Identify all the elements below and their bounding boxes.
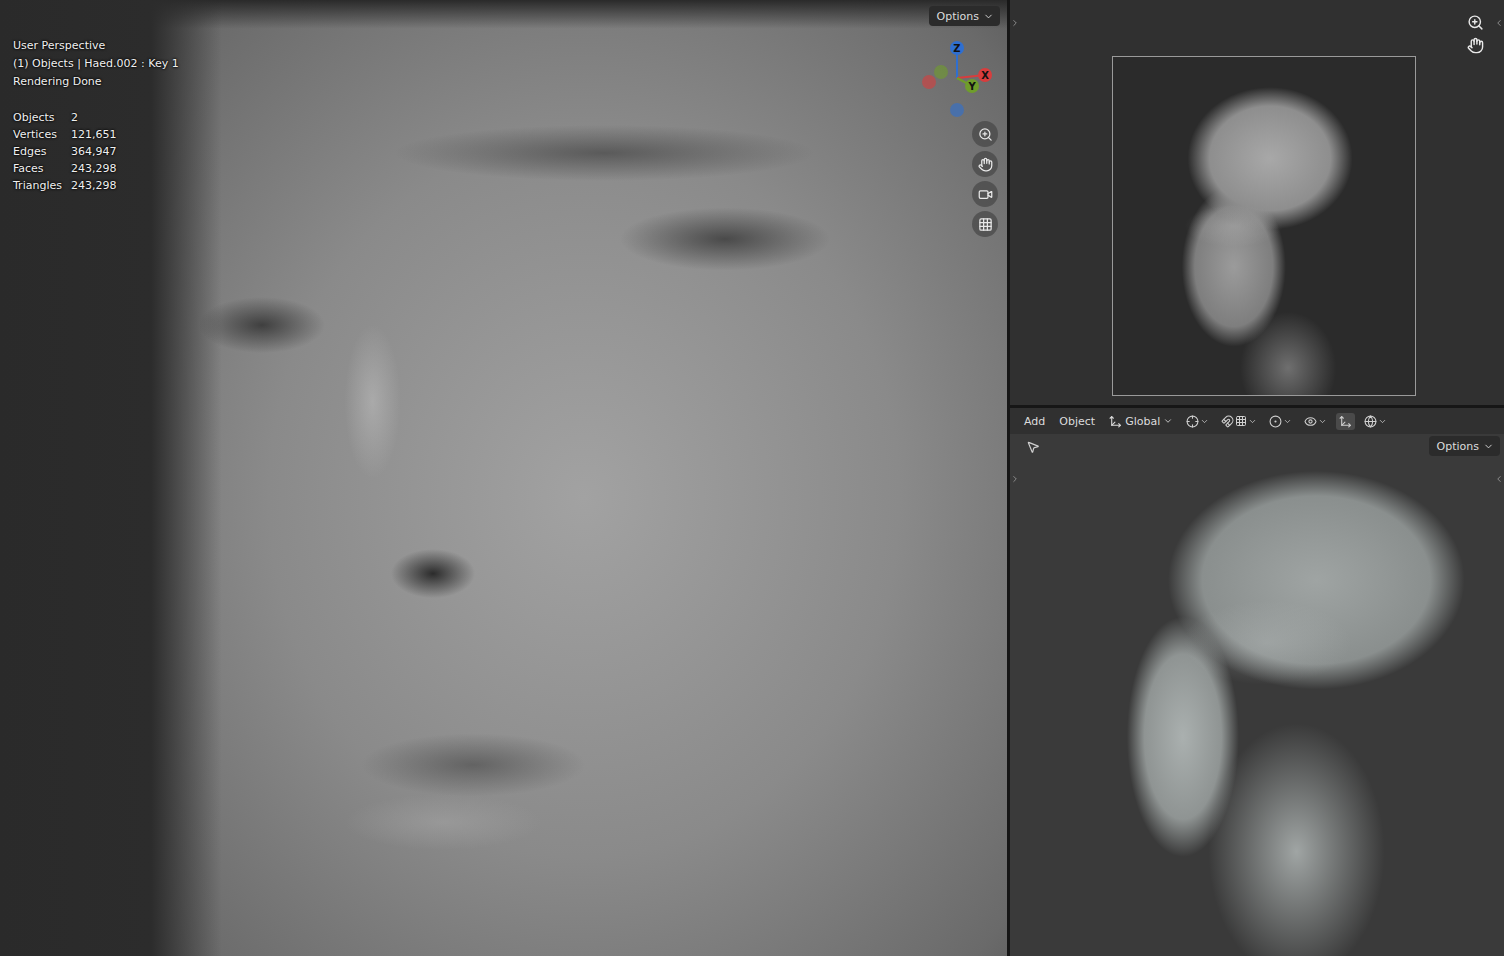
chevron-down-icon [1378,417,1387,426]
header-menu[interactable]: Add [1020,413,1049,430]
zoom-button[interactable] [972,121,998,147]
orientation-icon [1109,415,1122,428]
ortho-button[interactable] [972,211,998,237]
chevron-down-icon [1318,417,1327,426]
pivot-button[interactable] [1183,413,1212,430]
chevron-left-icon [1494,474,1504,484]
chevron-right-icon [1010,18,1020,28]
object-info: (1) Objects | Haed.002 : Key 1 [13,55,179,73]
svg-text:Y: Y [967,81,976,92]
proportional-button[interactable] [1266,413,1295,430]
expand-right[interactable] [1494,18,1504,28]
proportional-icon [1269,415,1282,428]
select-tool-icon[interactable] [1026,440,1040,454]
expand-left[interactable] [1010,18,1020,28]
options-dropdown[interactable]: Options [1429,436,1500,456]
orientation-dropdown[interactable]: Global [1105,413,1177,430]
visibility-button[interactable] [1301,413,1330,430]
camera-button[interactable] [972,181,998,207]
viewport-info: User Perspective(1) Objects | Haed.002 :… [13,37,179,194]
sculpt-viewport[interactable]: User Perspective(1) Objects | Haed.002 :… [0,0,1007,956]
view-name: User Perspective [13,37,179,55]
stat-value: 364,947 [71,143,179,160]
chevron-right-icon [1010,474,1020,484]
stat-label: Edges [13,143,71,160]
chevron-down-icon [983,11,994,22]
render-status: Rendering Done [13,73,179,91]
tool-row: Options [1010,434,1504,460]
chevron-down-icon [1248,417,1257,426]
zoom-icon [978,127,993,142]
overlay-button[interactable] [1361,413,1390,430]
stat-value: 243,298 [71,177,179,194]
eye-icon [1304,415,1317,428]
pivot-icon [1186,415,1199,428]
navigation-buttons [972,121,998,237]
pan-button[interactable] [972,151,998,177]
navigation-gizmo[interactable]: Z XY [915,36,999,120]
chevron-down-icon [1200,417,1209,426]
gizmo-icon [1339,415,1352,428]
stat-label: Vertices [13,126,71,143]
stat-label: Faces [13,160,71,177]
svg-text:X: X [981,70,989,81]
stat-label: Triangles [13,177,71,194]
stat-value: 243,298 [71,160,179,177]
blender-window: User Perspective(1) Objects | Haed.002 :… [0,0,1504,956]
svg-text:Z: Z [953,43,960,54]
chevron-down-icon [1163,416,1173,426]
preview-nav [1467,14,1484,54]
expand-right[interactable] [1494,474,1504,484]
side-viewport[interactable]: Options [1010,434,1504,956]
camera-icon [978,187,993,202]
header-menu[interactable]: Object [1055,413,1099,430]
scene-stats: Objects2Vertices121,651Edges364,947Faces… [13,109,179,194]
expand-left[interactable] [1010,474,1020,484]
stat-value: 2 [71,109,179,126]
chevron-down-icon [1283,417,1292,426]
zoom-icon[interactable] [1467,14,1484,31]
hand-icon[interactable] [1467,37,1484,54]
overlay-icon [1364,415,1377,428]
snap-button[interactable] [1218,413,1260,430]
grid-icon [978,217,993,232]
right-areas: Add Object Global Options [1010,0,1504,956]
stat-value: 121,651 [71,126,179,143]
options-dropdown[interactable]: Options [929,6,1000,26]
chevron-left-icon [1494,18,1504,28]
stat-label: Objects [13,109,71,126]
magnet-icon [1221,415,1234,428]
chevron-down-icon [1483,441,1494,452]
viewport-header: Add Object Global [1010,408,1504,434]
snap-grid-icon [1235,415,1247,427]
gizmo-button[interactable] [1336,413,1355,430]
render-frame [1112,56,1416,396]
render-preview[interactable] [1010,0,1504,405]
hand-icon [978,157,993,172]
